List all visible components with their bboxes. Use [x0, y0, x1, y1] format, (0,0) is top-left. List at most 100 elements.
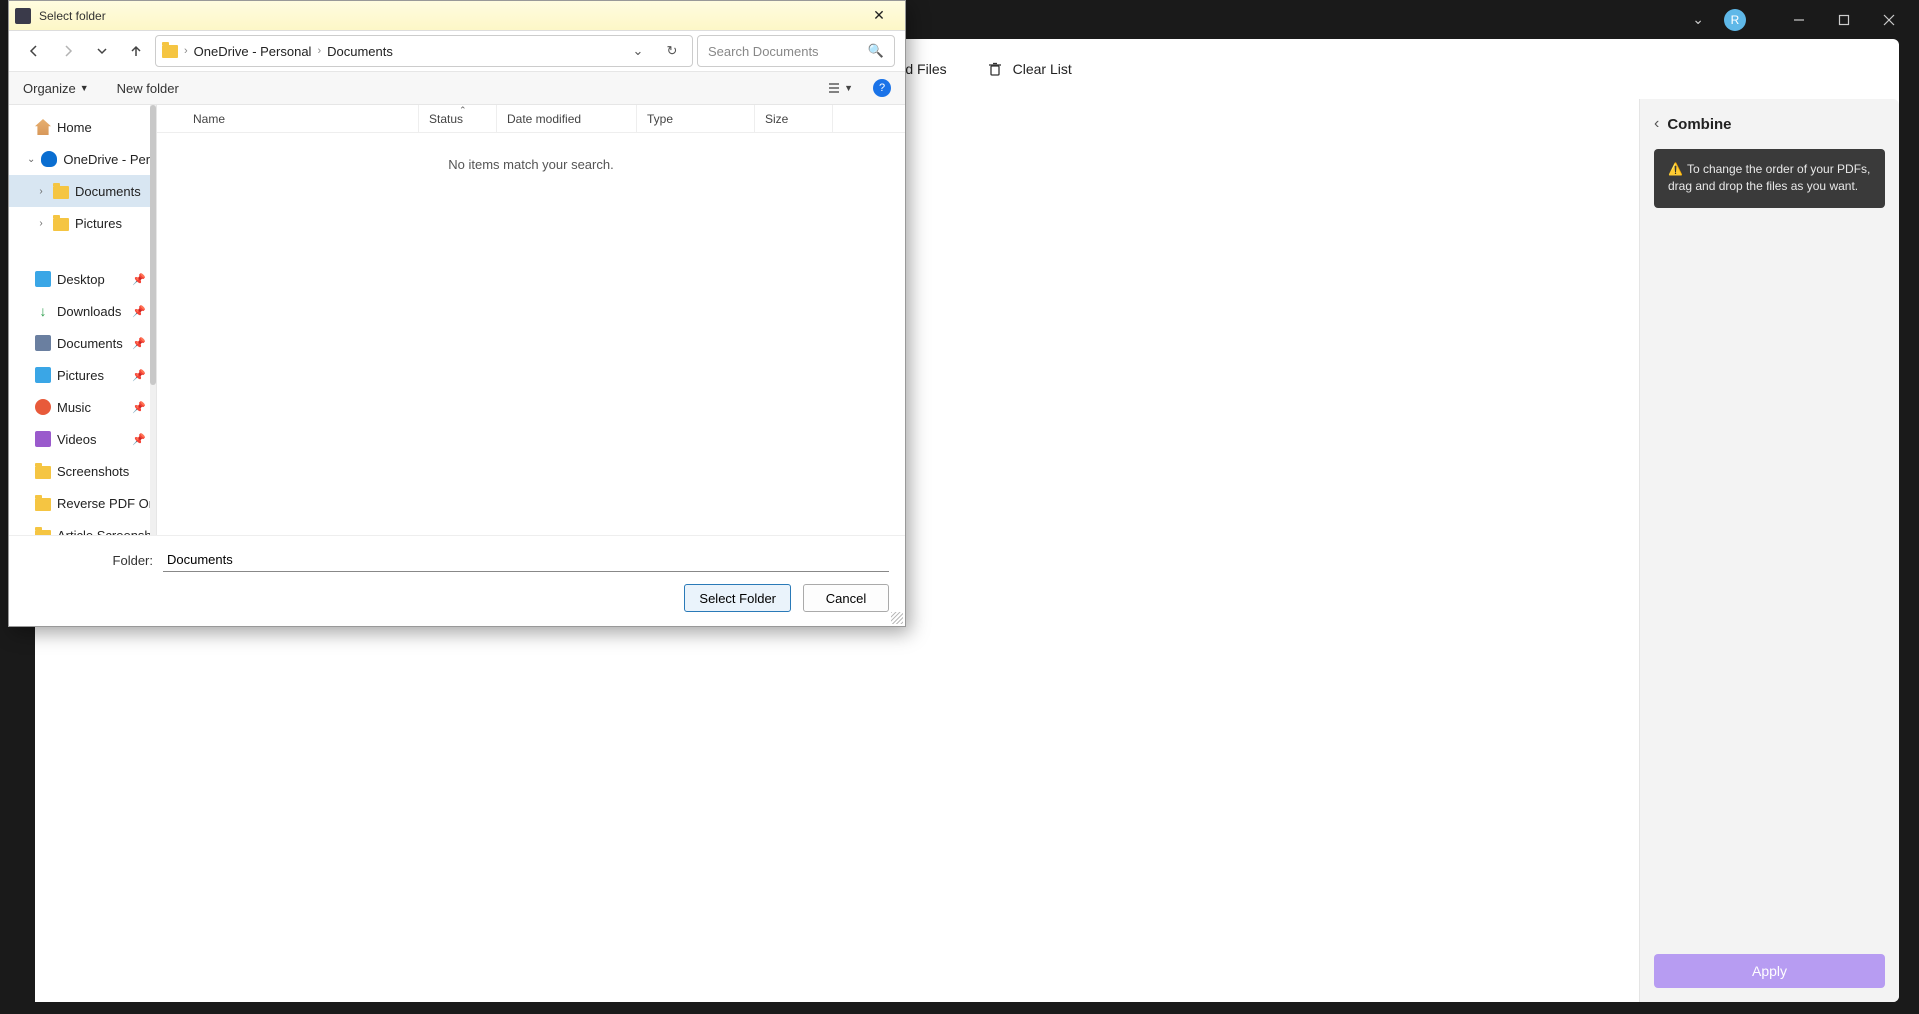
address-bar[interactable]: › OneDrive - Personal › Documents ⌄ ↻	[155, 35, 693, 67]
folder-tree: Home ⌄OneDrive - Perso ›Documents ›Pictu…	[9, 105, 157, 535]
close-button[interactable]	[1866, 0, 1911, 39]
picture-icon	[35, 367, 51, 383]
nav-up-button[interactable]	[121, 36, 151, 66]
pin-icon: 📌	[132, 369, 146, 382]
col-size[interactable]: Size	[755, 105, 833, 132]
col-name[interactable]: Name	[157, 105, 419, 132]
col-status[interactable]: Status	[419, 105, 497, 132]
folder-icon	[53, 186, 69, 199]
cloud-icon	[41, 151, 57, 167]
col-type[interactable]: Type	[637, 105, 755, 132]
col-date[interactable]: Date modified	[497, 105, 637, 132]
file-list: ⌃ Name Status Date modified Type Size No…	[157, 105, 905, 535]
select-folder-button[interactable]: Select Folder	[684, 584, 791, 612]
tree-label: Videos	[57, 432, 97, 447]
music-icon	[35, 399, 51, 415]
home-icon	[35, 119, 51, 135]
resize-handle[interactable]	[891, 612, 903, 624]
caret-down-icon: ▼	[80, 83, 89, 93]
pin-icon: 📌	[132, 433, 146, 446]
dialog-body: Home ⌄OneDrive - Perso ›Documents ›Pictu…	[9, 105, 905, 535]
breadcrumb-seg2[interactable]: Documents	[327, 44, 393, 59]
spacer	[1640, 210, 1899, 940]
chevron-down-icon[interactable]: ⌄	[1692, 11, 1704, 28]
folder-input[interactable]	[163, 548, 889, 572]
tree-home[interactable]: Home	[9, 111, 156, 143]
chevron-down-icon[interactable]: ⌄	[27, 154, 35, 165]
tree-label: Article Screensh	[57, 528, 152, 536]
tree-pictures2[interactable]: Pictures 📌	[9, 359, 156, 391]
refresh-icon[interactable]: ↻	[658, 36, 686, 66]
clear-list-button[interactable]: Clear List	[987, 61, 1072, 77]
dialog-toolbar: Organize ▼ New folder ▼ ?	[9, 71, 905, 105]
pin-icon: 📌	[132, 305, 146, 318]
breadcrumb-sep: ›	[317, 45, 321, 57]
folder-label: Folder:	[25, 553, 153, 568]
tree-videos[interactable]: Videos 📌	[9, 423, 156, 455]
tree-label: Documents	[75, 184, 141, 199]
tree-label: OneDrive - Perso	[63, 152, 156, 167]
breadcrumb-sep: ›	[184, 45, 188, 57]
file-list-body: No items match your search.	[157, 133, 905, 535]
avatar[interactable]: R	[1724, 9, 1746, 31]
view-menu[interactable]: ▼	[820, 76, 859, 100]
tree-label: Reverse PDF Ord	[57, 496, 156, 511]
search-placeholder: Search Documents	[708, 44, 819, 59]
tree-article[interactable]: Article Screensh	[9, 519, 156, 535]
desktop-icon	[35, 271, 51, 287]
tree-screenshots[interactable]: Screenshots	[9, 455, 156, 487]
help-icon[interactable]: ?	[873, 79, 891, 97]
nav-back-button[interactable]	[19, 36, 49, 66]
dialog-titlebar: Select folder ✕	[9, 1, 905, 31]
breadcrumb-seg1[interactable]: OneDrive - Personal	[194, 44, 312, 59]
tree-pictures[interactable]: ›Pictures	[9, 207, 156, 239]
dialog-title: Select folder	[39, 9, 106, 23]
folder-icon	[35, 530, 51, 536]
list-view-icon	[826, 80, 842, 96]
minimize-button[interactable]	[1776, 0, 1821, 39]
maximize-button[interactable]	[1821, 0, 1866, 39]
download-icon	[35, 303, 51, 319]
tree-label: Pictures	[57, 368, 104, 383]
tree-label: Home	[57, 120, 92, 135]
cancel-button[interactable]: Cancel	[803, 584, 889, 612]
sort-indicator-icon: ⌃	[459, 105, 467, 116]
address-dropdown-icon[interactable]: ⌄	[624, 36, 652, 66]
new-folder-button[interactable]: New folder	[117, 81, 179, 96]
video-icon	[35, 431, 51, 447]
tree-documents2[interactable]: Documents 📌	[9, 327, 156, 359]
tree-onedrive[interactable]: ⌄ OneDrive - Perso	[9, 143, 156, 175]
tree-scrollbar[interactable]	[150, 105, 156, 535]
dialog-address-row: › OneDrive - Personal › Documents ⌄ ↻ Se…	[9, 31, 905, 71]
right-panel-header: ‹ Combine	[1640, 99, 1899, 147]
trash-icon	[987, 61, 1003, 77]
file-dialog: Select folder ✕ › OneDrive - Personal › …	[8, 0, 906, 627]
folder-icon	[53, 218, 69, 231]
right-panel-title: Combine	[1667, 116, 1731, 133]
tree-reverse[interactable]: Reverse PDF Ord	[9, 487, 156, 519]
tip-text: To change the order of your PDFs, drag a…	[1668, 162, 1870, 193]
folder-icon	[162, 45, 178, 58]
tree-music[interactable]: Music📌	[9, 391, 156, 423]
clear-list-label: Clear List	[1013, 61, 1072, 77]
document-icon	[35, 335, 51, 351]
tree-documents[interactable]: › Documents	[9, 175, 156, 207]
apply-button[interactable]: Apply	[1654, 954, 1885, 988]
tree-label: Music	[57, 400, 91, 415]
tip-box: ⚠️To change the order of your PDFs, drag…	[1654, 149, 1885, 208]
dialog-close-button[interactable]: ✕	[859, 1, 899, 30]
scrollbar-thumb[interactable]	[150, 105, 156, 385]
pin-icon: 📌	[132, 337, 146, 350]
search-input[interactable]: Search Documents 🔍	[697, 35, 895, 67]
tree-downloads[interactable]: Downloads📌	[9, 295, 156, 327]
nav-recent-button[interactable]	[87, 36, 117, 66]
chevron-right-icon[interactable]: ›	[35, 218, 47, 229]
tree-desktop[interactable]: Desktop📌	[9, 263, 156, 295]
chevron-right-icon[interactable]: ›	[35, 186, 47, 197]
warning-icon: ⚠️	[1668, 162, 1683, 176]
tree-label: Documents	[57, 336, 123, 351]
back-chevron-icon[interactable]: ‹	[1654, 115, 1659, 133]
organize-menu[interactable]: Organize ▼	[23, 81, 89, 96]
nav-forward-button[interactable]	[53, 36, 83, 66]
pin-icon: 📌	[132, 273, 146, 286]
